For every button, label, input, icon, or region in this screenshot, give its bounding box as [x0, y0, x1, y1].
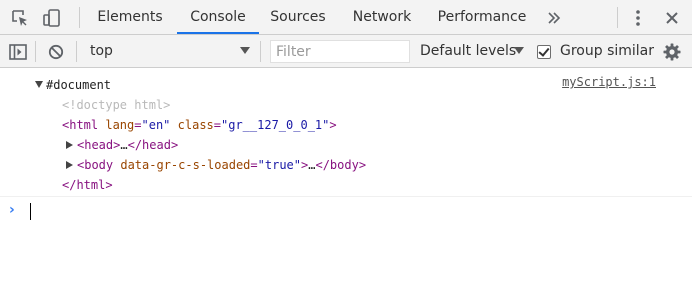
devtools-tabbar: Elements Console Sources Network Perform…	[0, 0, 692, 35]
device-toolbar-icon[interactable]	[40, 0, 66, 35]
html-class-value: "gr__127_0_0_1"	[221, 118, 330, 132]
doctype-node: <!doctype html>	[62, 98, 171, 112]
tab-performance[interactable]: Performance	[430, 0, 534, 35]
prompt-chevron-icon: ›	[9, 202, 15, 218]
head-close: </head>	[127, 138, 179, 152]
console-output: #document myScript.js:1 <!doctype html> …	[0, 69, 692, 301]
group-similar-label[interactable]: Group similar	[560, 35, 654, 68]
head-node[interactable]: <head>…</head>	[77, 135, 178, 155]
document-node[interactable]: #document	[46, 75, 111, 95]
html-tag-close: >	[329, 118, 337, 132]
body-open: <body	[77, 158, 114, 172]
tabbar-divider-right	[617, 7, 618, 28]
expand-arrow-icon[interactable]	[35, 81, 43, 88]
levels-dropdown-icon[interactable]	[514, 47, 524, 54]
html-lang-value: "en"	[141, 118, 171, 132]
html-tag-open: <html	[62, 118, 99, 132]
context-selector[interactable]: top	[90, 35, 113, 68]
toolbar-divider-2	[76, 41, 77, 62]
source-link[interactable]: myScript.js:1	[562, 75, 656, 89]
body-attr: data-gr-c-s-loaded	[120, 158, 251, 172]
tabbar-divider	[79, 7, 80, 28]
message-divider	[0, 196, 692, 197]
console-input-caret[interactable]	[30, 203, 31, 220]
group-similar-checkbox[interactable]	[537, 45, 551, 59]
toolbar-divider	[35, 41, 36, 62]
context-dropdown-icon[interactable]	[240, 47, 250, 54]
console-toolbar: top Default levels Group similar	[0, 35, 692, 68]
body-close: </body>	[315, 158, 367, 172]
tab-console[interactable]: Console	[177, 0, 259, 35]
html-open-node[interactable]: <html lang="en" class="gr__127_0_0_1">	[62, 115, 337, 135]
tab-elements[interactable]: Elements	[88, 0, 172, 35]
toolbar-divider-3	[260, 41, 261, 62]
body-expand-arrow-icon[interactable]	[66, 161, 73, 169]
gear-icon[interactable]	[660, 35, 684, 68]
kebab-menu-icon[interactable]	[628, 0, 648, 35]
html-close-node: </html>	[62, 178, 113, 192]
head-ellipsis: …	[120, 138, 128, 152]
inspect-element-icon[interactable]	[8, 0, 32, 35]
html-class-attr: class	[177, 118, 214, 132]
active-tab-indicator	[177, 32, 259, 34]
log-levels-dropdown[interactable]: Default levels	[420, 35, 516, 68]
body-node[interactable]: <body data-gr-c-s-loaded="true">…</body>	[77, 155, 366, 175]
head-open: <head>	[77, 138, 121, 152]
close-icon[interactable]	[661, 0, 683, 35]
tab-sources[interactable]: Sources	[262, 0, 334, 35]
tab-network[interactable]: Network	[343, 0, 421, 35]
toggle-sidebar-icon[interactable]	[6, 35, 30, 68]
head-expand-arrow-icon[interactable]	[66, 141, 73, 149]
body-attr-value: "true"	[257, 158, 301, 172]
filter-input[interactable]	[270, 40, 410, 63]
html-lang-attr: lang	[105, 118, 135, 132]
clear-console-icon[interactable]	[44, 35, 68, 68]
more-tabs-chevron-icon[interactable]	[541, 0, 567, 35]
